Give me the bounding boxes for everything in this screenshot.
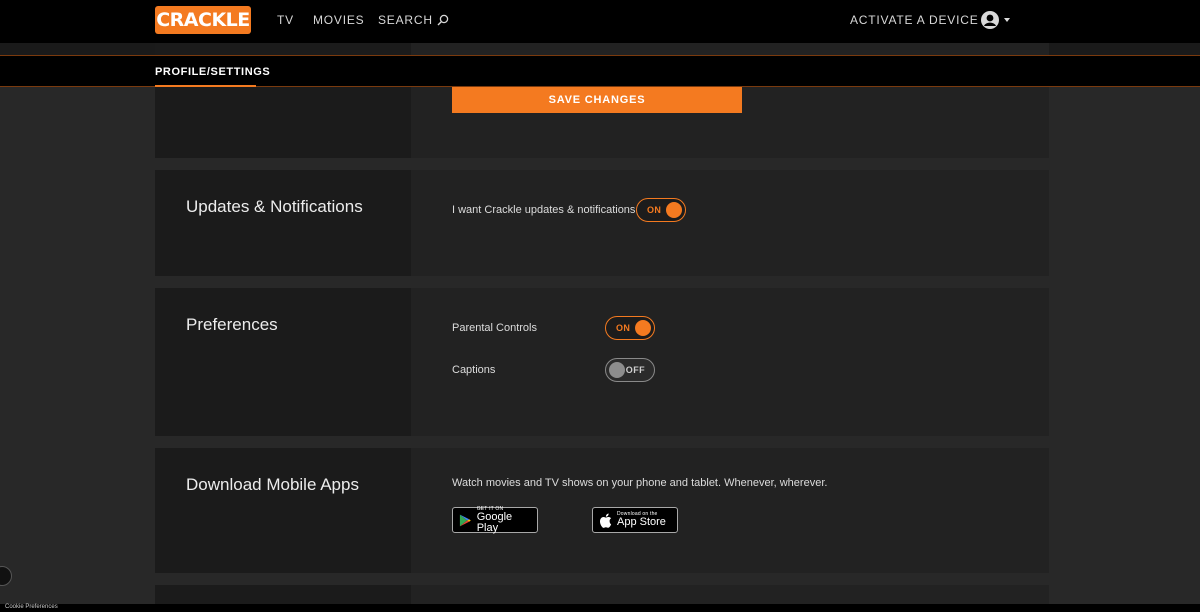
mobile-apps-panel: Download Mobile Apps Watch movies and TV… (155, 448, 1049, 573)
top-navigation-bar: CRACKLE TV MOVIES SEARCH ACTIVATE A DEVI… (0, 0, 1200, 43)
app-store-big-text: App Store (617, 516, 666, 528)
captions-label: Captions (452, 364, 496, 376)
google-play-text: GET IT ON Google Play (476, 506, 531, 534)
google-play-icon (459, 514, 471, 526)
chevron-down-icon (1004, 18, 1010, 22)
preferences-title: Preferences (186, 315, 278, 334)
nav-tv-link[interactable]: TV (277, 13, 294, 27)
next-panel-sidebar (155, 585, 411, 604)
partial-panel-edge (0, 43, 1200, 55)
account-panel-sidebar (155, 87, 411, 158)
cookie-preferences-link[interactable]: Cookie Preferences (5, 604, 58, 610)
app-store-text: Download on the App Store (617, 512, 666, 528)
preferences-panel: Preferences Parental Controls ON Caption… (155, 288, 1049, 436)
mobile-apps-panel-sidebar (155, 448, 411, 573)
updates-panel: Updates & Notifications I want Crackle u… (155, 170, 1049, 276)
toggle-knob (666, 202, 682, 218)
updates-panel-sidebar (155, 170, 411, 276)
captions-toggle-label: OFF (625, 365, 645, 375)
cookie-bar (0, 604, 1200, 612)
parental-controls-toggle[interactable]: ON (605, 316, 655, 340)
accessibility-button[interactable] (0, 566, 12, 586)
user-avatar-icon (981, 11, 999, 29)
apple-icon (599, 513, 612, 528)
updates-toggle-label: ON (647, 205, 662, 215)
updates-toggle[interactable]: ON (636, 198, 686, 222)
updates-label: I want Crackle updates & notifications (452, 204, 636, 216)
google-play-badge[interactable]: GET IT ON Google Play (452, 506, 538, 534)
search-icon (437, 14, 449, 26)
tab-profile-settings[interactable]: PROFILE/SETTINGS (155, 66, 270, 78)
panel-edge-right (411, 43, 1049, 55)
panel-edge-left (155, 43, 411, 55)
updates-title: Updates & Notifications (186, 197, 363, 216)
parental-controls-label: Parental Controls (452, 322, 537, 334)
next-panel-partial (155, 585, 1049, 604)
account-panel: SAVE CHANGES (155, 87, 1049, 158)
activate-device-link[interactable]: ACTIVATE A DEVICE (850, 13, 979, 27)
toggle-knob (635, 320, 651, 336)
parental-toggle-label: ON (616, 323, 631, 333)
crackle-logo[interactable]: CRACKLE (155, 6, 251, 34)
google-play-big-text: Google Play (476, 510, 513, 534)
save-changes-button[interactable]: SAVE CHANGES (452, 87, 742, 113)
app-store-badge[interactable]: Download on the App Store (592, 507, 678, 533)
mobile-apps-description: Watch movies and TV shows on your phone … (452, 477, 828, 489)
captions-toggle[interactable]: OFF (605, 358, 655, 382)
preferences-panel-sidebar (155, 288, 411, 436)
nav-search-link[interactable]: SEARCH (378, 13, 449, 27)
nav-search-label: SEARCH (378, 13, 433, 27)
toggle-knob (609, 362, 625, 378)
nav-movies-link[interactable]: MOVIES (313, 13, 364, 27)
mobile-apps-title: Download Mobile Apps (186, 475, 359, 494)
account-menu[interactable] (980, 10, 1010, 30)
settings-subnav: PROFILE/SETTINGS (0, 55, 1200, 87)
